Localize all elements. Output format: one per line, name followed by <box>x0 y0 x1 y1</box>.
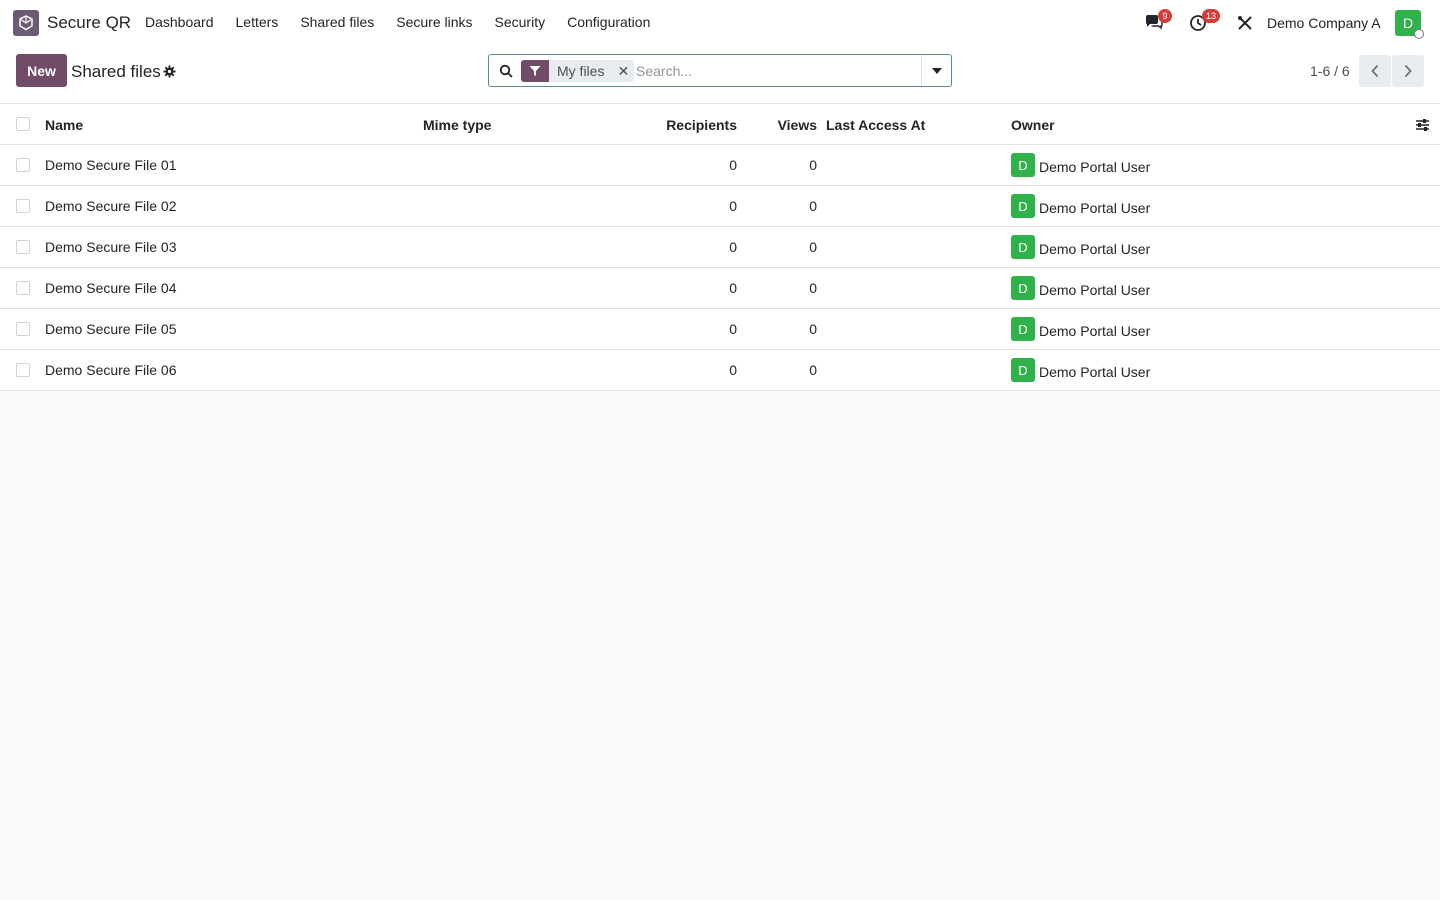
facet-label: My files <box>557 63 605 79</box>
cell-owner: Demo Portal User <box>1039 200 1151 216</box>
activities-icon[interactable]: 13 <box>1189 9 1221 33</box>
cell-views: 0 <box>809 362 817 378</box>
filter-icon <box>521 60 549 82</box>
messages-badge: 9 <box>1158 9 1172 23</box>
company-switcher[interactable]: Demo Company A <box>1267 15 1381 31</box>
cell-name: Demo Secure File 06 <box>45 362 177 378</box>
app-logo-icon[interactable] <box>13 10 39 36</box>
column-header-views[interactable]: Views <box>778 117 817 133</box>
user-avatar[interactable]: D <box>1395 10 1424 39</box>
row-checkbox[interactable] <box>16 158 30 172</box>
messages-icon[interactable]: 9 <box>1144 9 1172 33</box>
column-header-name[interactable]: Name <box>45 117 83 133</box>
row-checkbox[interactable] <box>16 322 30 336</box>
cell-views: 0 <box>809 280 817 296</box>
owner-avatar: D <box>1011 276 1035 300</box>
table-row[interactable]: Demo Secure File 02 0 0 D Demo Portal Us… <box>0 186 1440 227</box>
cell-owner: Demo Portal User <box>1039 323 1151 339</box>
column-header-owner[interactable]: Owner <box>1011 117 1055 133</box>
pager-value[interactable]: 1-6 / 6 <box>1310 63 1350 79</box>
cell-name: Demo Secure File 03 <box>45 239 177 255</box>
row-checkbox[interactable] <box>16 281 30 295</box>
owner-avatar: D <box>1011 358 1035 382</box>
activities-badge: 13 <box>1202 9 1221 23</box>
cell-owner: Demo Portal User <box>1039 159 1151 175</box>
filter-facet: My files ✕ <box>521 60 635 82</box>
owner-avatar: D <box>1011 153 1035 177</box>
cell-owner: Demo Portal User <box>1039 364 1151 380</box>
cell-owner: Demo Portal User <box>1039 282 1151 298</box>
cell-recipients: 0 <box>729 198 737 214</box>
cell-name: Demo Secure File 05 <box>45 321 177 337</box>
owner-avatar: D <box>1011 317 1035 341</box>
cell-views: 0 <box>809 157 817 173</box>
select-all-checkbox[interactable] <box>16 117 30 131</box>
table-row[interactable]: Demo Secure File 04 0 0 D Demo Portal Us… <box>0 268 1440 309</box>
cell-views: 0 <box>809 198 817 214</box>
new-button[interactable]: New <box>16 54 67 87</box>
cell-views: 0 <box>809 239 817 255</box>
table-row[interactable]: Demo Secure File 05 0 0 D Demo Portal Us… <box>0 309 1440 350</box>
column-header-last-access-at[interactable]: Last Access At <box>826 117 925 133</box>
search-icon[interactable] <box>499 64 513 78</box>
gear-icon[interactable] <box>163 65 176 78</box>
top-navbar: Secure QR Dashboard Letters Shared files… <box>0 0 1440 46</box>
cell-recipients: 0 <box>729 362 737 378</box>
cell-recipients: 0 <box>729 157 737 173</box>
column-header-mime-type[interactable]: Mime type <box>423 117 491 133</box>
close-icon[interactable]: ✕ <box>612 60 634 82</box>
debug-tools-icon[interactable] <box>1236 14 1258 34</box>
app-name[interactable]: Secure QR <box>47 13 131 33</box>
cell-name: Demo Secure File 01 <box>45 157 177 173</box>
table-row[interactable]: Demo Secure File 06 0 0 D Demo Portal Us… <box>0 350 1440 391</box>
presence-status-icon <box>1414 29 1424 39</box>
owner-avatar: D <box>1011 235 1035 259</box>
list-view-table: Name Mime type Recipients Views Last Acc… <box>0 104 1440 391</box>
user-avatar-initial: D <box>1402 15 1414 31</box>
menu-item-dashboard[interactable]: Dashboard <box>134 14 225 30</box>
control-panel: New Shared files My files ✕ Search... 1-… <box>0 46 1440 104</box>
column-settings-icon[interactable] <box>1415 118 1430 132</box>
chevron-right-icon[interactable] <box>1392 55 1424 87</box>
column-header-recipients[interactable]: Recipients <box>666 117 737 133</box>
row-checkbox[interactable] <box>16 199 30 213</box>
table-row[interactable]: Demo Secure File 01 0 0 D Demo Portal Us… <box>0 145 1440 186</box>
cell-views: 0 <box>809 321 817 337</box>
row-checkbox[interactable] <box>16 240 30 254</box>
cell-recipients: 0 <box>729 239 737 255</box>
menu-item-shared-files[interactable]: Shared files <box>289 14 385 30</box>
menu-item-configuration[interactable]: Configuration <box>556 14 661 30</box>
page-title: Shared files <box>71 62 161 81</box>
chevron-left-icon[interactable] <box>1359 55 1391 87</box>
cell-owner: Demo Portal User <box>1039 241 1151 257</box>
caret-down-icon[interactable] <box>921 55 951 86</box>
cell-name: Demo Secure File 02 <box>45 198 177 214</box>
main-menu: Dashboard Letters Shared files Secure li… <box>134 14 661 30</box>
table-header: Name Mime type Recipients Views Last Acc… <box>0 104 1440 145</box>
row-checkbox[interactable] <box>16 363 30 377</box>
cell-recipients: 0 <box>729 280 737 296</box>
owner-avatar: D <box>1011 194 1035 218</box>
cell-recipients: 0 <box>729 321 737 337</box>
table-row[interactable]: Demo Secure File 03 0 0 D Demo Portal Us… <box>0 227 1440 268</box>
menu-item-letters[interactable]: Letters <box>225 14 290 30</box>
cell-name: Demo Secure File 04 <box>45 280 177 296</box>
search-input[interactable] <box>636 60 920 82</box>
search-bar: My files ✕ <box>488 54 952 87</box>
menu-item-secure-links[interactable]: Secure links <box>385 14 483 30</box>
menu-item-security[interactable]: Security <box>484 14 557 30</box>
